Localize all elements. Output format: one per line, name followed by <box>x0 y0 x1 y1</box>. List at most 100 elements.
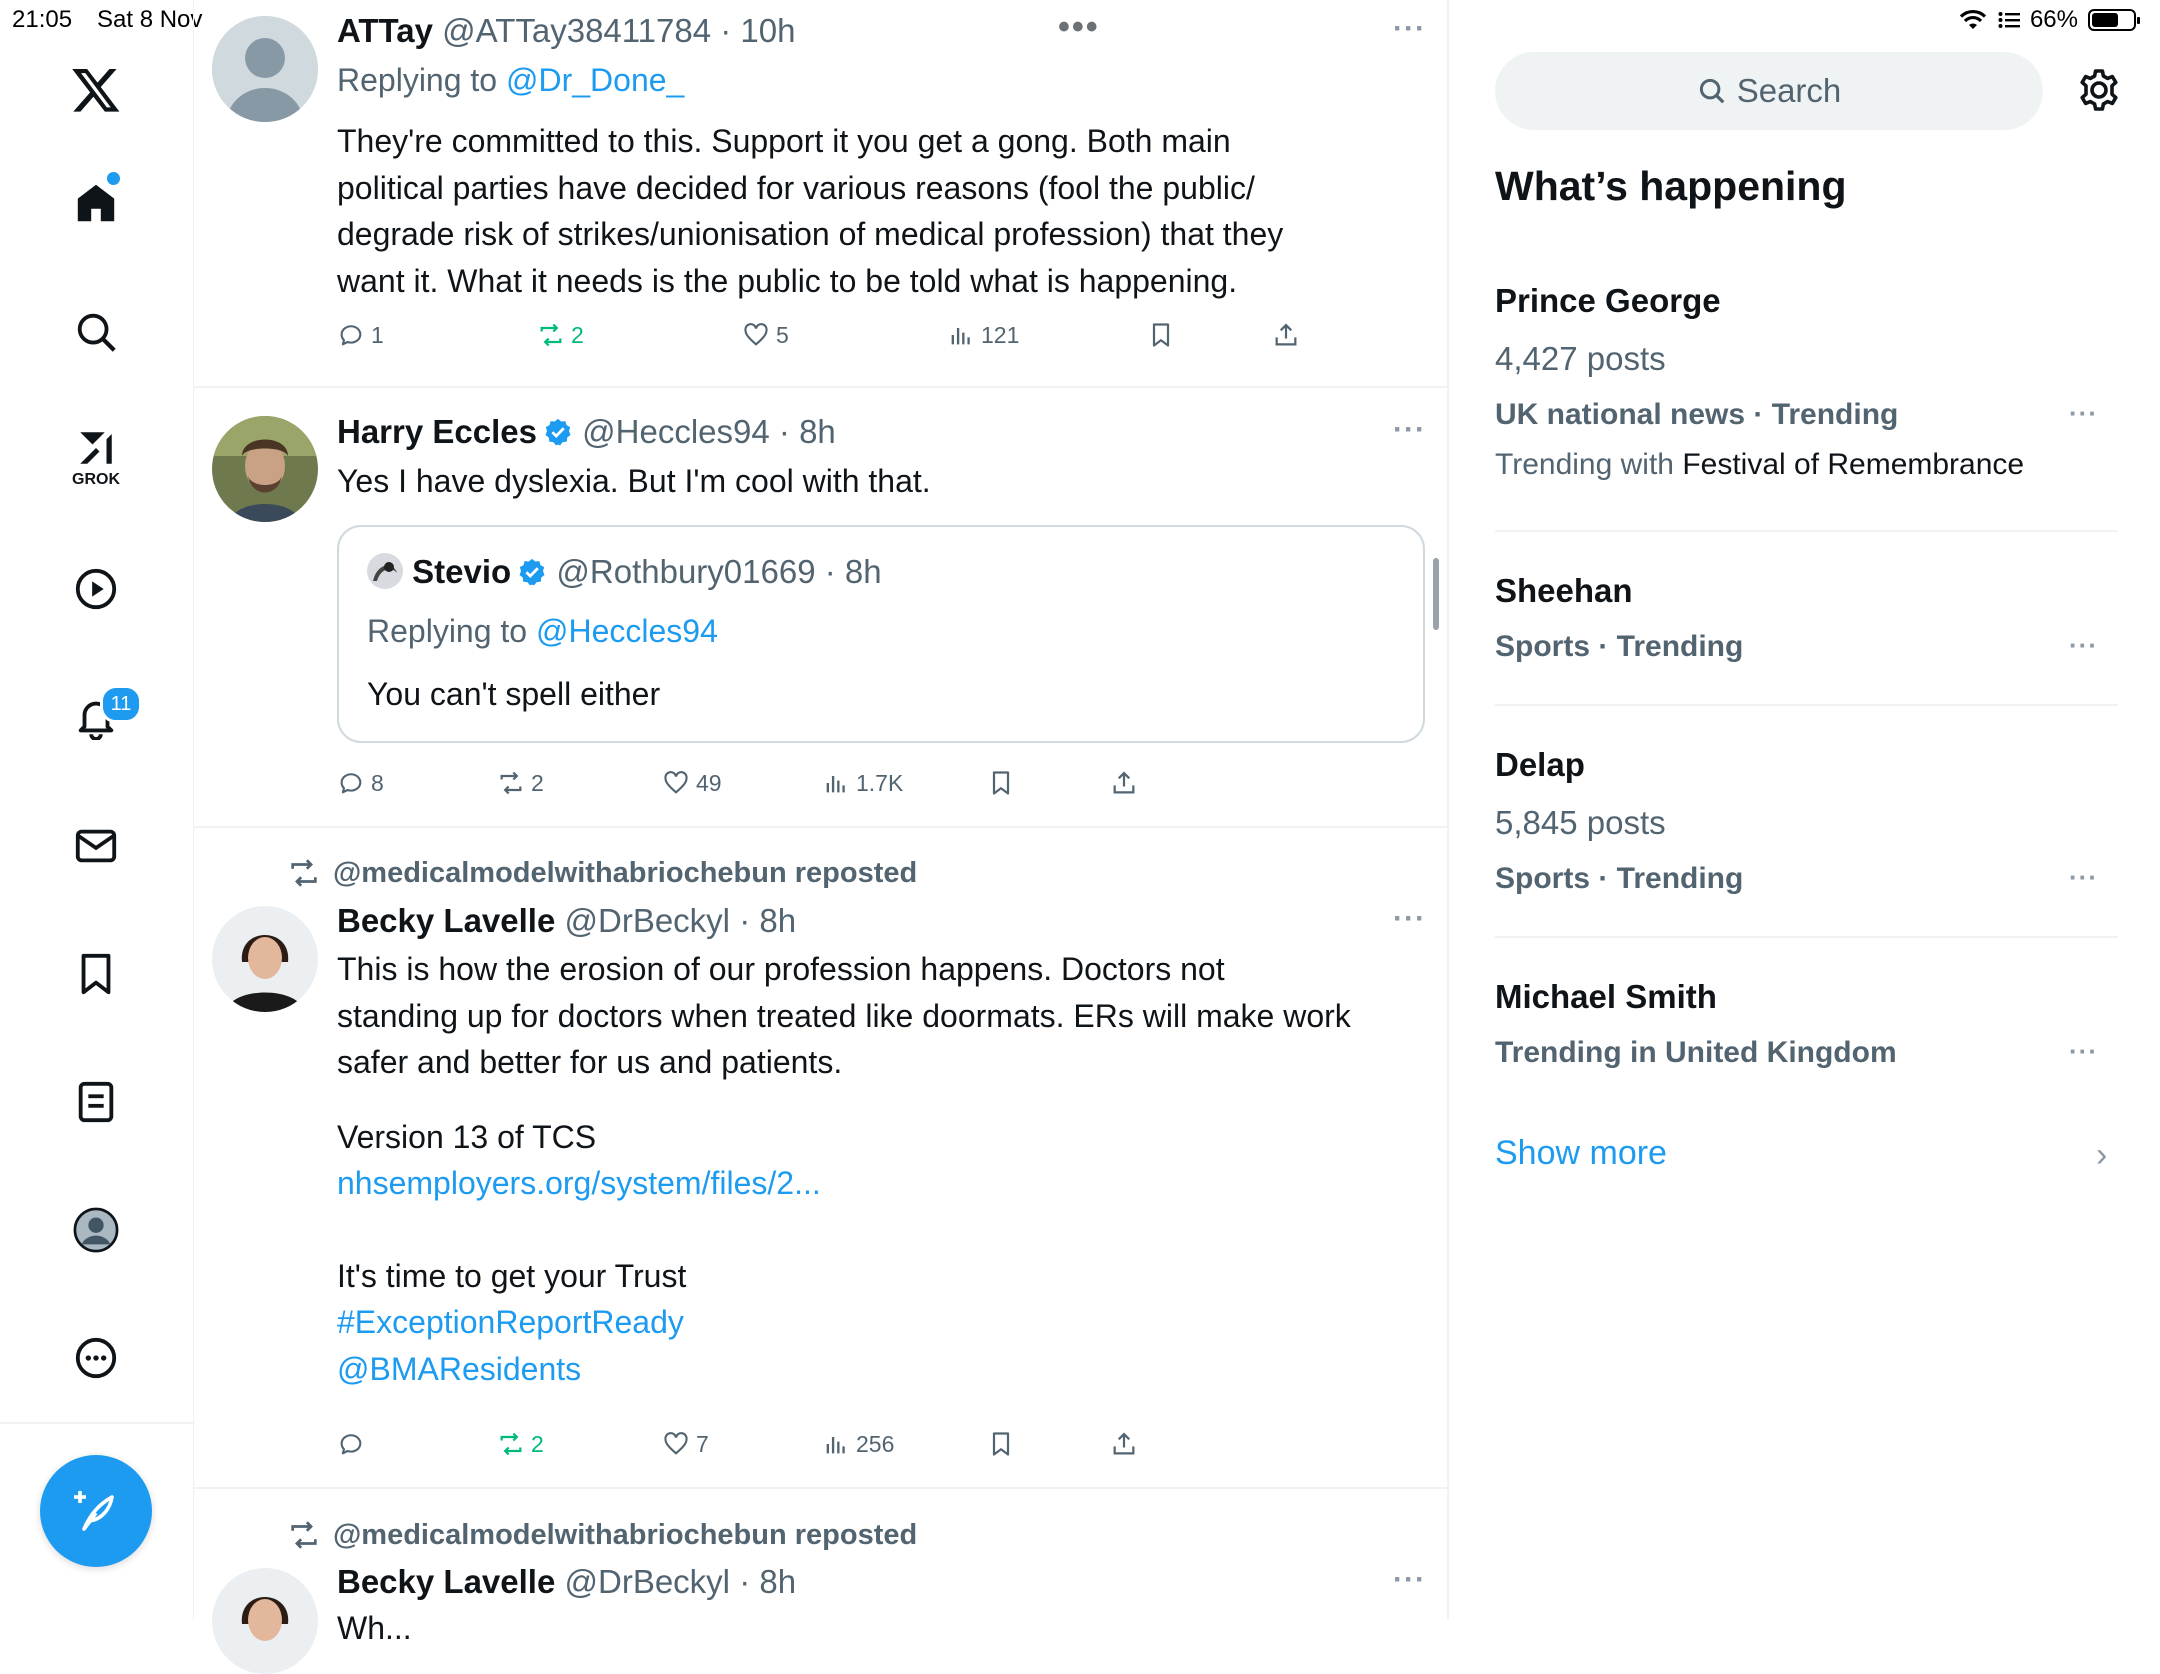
post-text-line: political parties have decided for vario… <box>337 169 1255 206</box>
quote-author-name: Stevio <box>412 553 512 590</box>
trend-more-button[interactable]: ··· <box>2069 1036 2098 1067</box>
post-text: Wh... <box>337 1610 412 1646</box>
author-handle[interactable]: @Heccles94 <box>582 413 770 450</box>
lists-icon[interactable] <box>56 1062 136 1142</box>
bookmark-button[interactable] <box>1147 321 1175 349</box>
trending-with-topic[interactable]: Festival of Remembrance <box>1682 448 2024 481</box>
left-nav: GROK 11 <box>0 0 194 1620</box>
trend-title[interactable]: Michael Smith <box>1495 978 1717 1016</box>
reply-icon <box>340 773 362 794</box>
avatar[interactable] <box>212 1568 318 1674</box>
post-more-button[interactable]: ··· <box>1393 413 1426 447</box>
repost-button[interactable]: 2 <box>497 769 544 797</box>
trend-category-text: UK national news · Trending <box>1495 398 1899 431</box>
bookmark-button[interactable] <box>987 1430 1015 1458</box>
battery-icon <box>2088 9 2140 31</box>
trend-more-button[interactable]: ··· <box>2069 862 2098 893</box>
mention-link[interactable]: @BMAResidents <box>337 1346 1351 1393</box>
messages-icon[interactable] <box>56 806 136 886</box>
repost-attribution-text[interactable]: @medicalmodelwithabriochebun reposted <box>333 1519 917 1552</box>
reply-mention-link[interactable]: @Heccles94 <box>536 613 718 649</box>
post-more-button[interactable]: ··· <box>1393 1563 1426 1597</box>
repost-button[interactable]: 2 <box>497 1430 544 1458</box>
trend-more-button[interactable]: ··· <box>2069 398 2098 429</box>
battery-percent: 66% <box>2029 6 2078 33</box>
feed-scrollbar[interactable] <box>1433 558 1439 630</box>
home-icon[interactable] <box>56 163 136 243</box>
author-handle[interactable]: @ATTay38411784 <box>442 12 711 49</box>
post-time: · 10h <box>720 12 796 49</box>
x-logo-icon[interactable] <box>56 50 136 130</box>
default-avatar-icon <box>212 16 318 122</box>
author-name[interactable]: ATTay <box>337 12 433 49</box>
trend-category: Trending in United Kingdom <box>1495 1036 1897 1070</box>
reply-mention-link[interactable]: @Dr_Done_ <box>506 62 684 98</box>
trend-title[interactable]: Sheehan <box>1495 572 1633 610</box>
post-text-line: It's time to get your Trust <box>337 1257 687 1294</box>
post-more-button[interactable]: ··· <box>1393 12 1426 46</box>
post-header: Becky Lavelle @DrBeckyl · 8h <box>337 1563 796 1601</box>
replying-to-label: Replying to <box>337 62 506 98</box>
share-button[interactable] <box>1110 769 1138 797</box>
hashtag-link[interactable]: #ExceptionReportReady <box>337 1299 1351 1346</box>
quoted-post-card[interactable]: Stevio @Rothbury01669 · 8h Replying to @… <box>337 525 1425 743</box>
reply-button[interactable]: 8 <box>337 769 384 797</box>
grok-icon[interactable]: GROK <box>56 418 136 498</box>
wifi-icon <box>1959 9 1987 29</box>
author-name[interactable]: Becky Lavelle <box>337 902 555 939</box>
repost-icon <box>540 323 562 347</box>
share-button[interactable] <box>1272 321 1300 349</box>
views-button[interactable]: 1.7K <box>822 769 903 797</box>
like-button[interactable]: 5 <box>742 321 789 349</box>
views-button[interactable]: 121 <box>947 321 1019 349</box>
author-handle[interactable]: @DrBeckyl <box>565 1563 731 1600</box>
share-icon <box>1275 323 1297 346</box>
author-name[interactable]: Harry Eccles <box>337 413 537 450</box>
external-link[interactable]: nhsemployers.org/system/files/2... <box>337 1160 1351 1207</box>
repost-icon <box>500 771 522 795</box>
post-actions: 1 2 5 121 <box>337 318 1337 352</box>
author-name[interactable]: Becky Lavelle <box>337 1563 555 1600</box>
views-button[interactable]: 256 <box>822 1430 894 1458</box>
bookmarks-icon[interactable] <box>56 934 136 1014</box>
profile-avatar-icon[interactable] <box>56 1190 136 1270</box>
trend-title[interactable]: Prince George <box>1495 282 1721 320</box>
search-placeholder: Search <box>1736 72 1842 109</box>
views-count: 1.7K <box>856 769 904 796</box>
reply-button[interactable] <box>337 1430 365 1458</box>
reply-button[interactable]: 1 <box>337 321 384 349</box>
trend-post-count: 5,845 posts <box>1495 804 1666 841</box>
repost-attribution: @medicalmodelwithabriochebun reposted <box>287 856 917 890</box>
trend-more-button[interactable]: ··· <box>2069 630 2098 661</box>
repost-button[interactable]: 2 <box>537 321 584 349</box>
more-options-icon[interactable] <box>56 1318 136 1398</box>
chevron-right-icon[interactable]: › <box>2096 1136 2107 1175</box>
post-divider <box>193 386 1447 388</box>
search-input[interactable]: Search <box>1495 52 2043 130</box>
author-handle[interactable]: @DrBeckyl <box>565 902 731 939</box>
trend-title[interactable]: Delap <box>1495 746 1585 784</box>
bookmark-icon <box>992 1432 1010 1456</box>
repost-attribution-text[interactable]: @medicalmodelwithabriochebun reposted <box>333 857 917 890</box>
like-button[interactable]: 7 <box>662 1430 709 1458</box>
verified-badge-icon <box>519 558 545 586</box>
avatar[interactable] <box>212 906 318 1012</box>
avatar[interactable] <box>212 16 318 122</box>
video-icon[interactable] <box>56 549 136 629</box>
nav-divider <box>0 1422 193 1424</box>
search-icon[interactable] <box>56 292 136 372</box>
trend-category: Sports · Trending <box>1495 862 1743 896</box>
like-button[interactable]: 49 <box>662 769 722 797</box>
compose-post-button[interactable] <box>40 1455 152 1567</box>
post-more-button[interactable]: ··· <box>1393 902 1426 936</box>
post-time: · 8h <box>739 902 797 939</box>
trend-category-text: Sports · Trending <box>1495 630 1744 663</box>
settings-gear-icon[interactable] <box>2075 66 2123 114</box>
repost-icon <box>291 1521 317 1549</box>
bookmark-button[interactable] <box>987 769 1015 797</box>
post-header: ATTay @ATTay38411784 · 10h <box>337 12 795 50</box>
avatar[interactable] <box>212 416 318 522</box>
share-button[interactable] <box>1110 1430 1138 1458</box>
show-more-link[interactable]: Show more <box>1495 1134 1667 1173</box>
post-divider <box>193 1487 1447 1489</box>
